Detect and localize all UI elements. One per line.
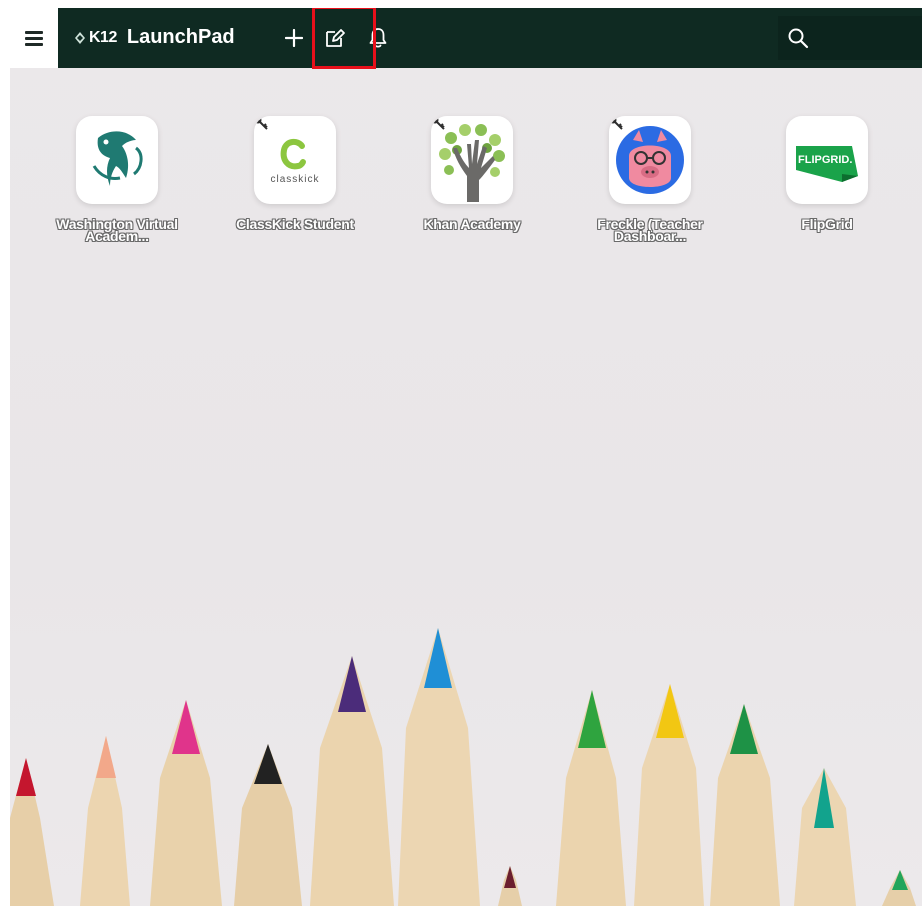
- app-tile[interactable]: FLIPGRID.: [786, 116, 868, 204]
- top-navigation-bar: K12 LaunchPad: [10, 8, 922, 69]
- highlight-box: [312, 8, 376, 69]
- hamburger-menu-icon: [25, 31, 43, 46]
- add-button[interactable]: [279, 23, 309, 53]
- app-label: Washington Virtual Academ...: [42, 217, 192, 243]
- pencil-group: [10, 628, 916, 906]
- app-flipgrid[interactable]: FLIPGRID. FlipGrid: [752, 116, 902, 232]
- app-classkick-student[interactable]: classkick ClassKick Student: [220, 116, 370, 232]
- key-icon: [254, 116, 268, 130]
- plus-icon: [285, 29, 303, 47]
- app-freckle-teacher-dashboard[interactable]: Freckle (Teacher Dashboar...: [575, 116, 725, 243]
- search-icon: [788, 28, 809, 49]
- orca-logo-icon: [92, 131, 143, 186]
- app-label: Khan Academy: [397, 216, 547, 232]
- app-title: LaunchPad: [126, 26, 235, 48]
- menu-button[interactable]: [10, 8, 58, 68]
- colored-pencils-background: [10, 628, 916, 906]
- app-tile[interactable]: classkick: [254, 116, 336, 204]
- key-icon: [431, 116, 445, 130]
- app-tile[interactable]: [609, 116, 691, 204]
- header-bar: K12 LaunchPad: [58, 8, 922, 69]
- search-button[interactable]: [778, 16, 922, 60]
- k12-logo[interactable]: K12 LaunchPad: [74, 26, 235, 49]
- classkick-wordmark: classkick: [270, 174, 319, 185]
- app-label: FlipGrid: [752, 216, 902, 232]
- app-label: ClassKick Student: [220, 216, 370, 232]
- brand-text: K12: [89, 28, 117, 46]
- k12-logo-icon: [75, 31, 85, 44]
- flipgrid-wordmark: FLIPGRID.: [798, 154, 852, 166]
- app-tile[interactable]: [431, 116, 513, 204]
- launchpad-window: K12 LaunchPad Washington Virtual Academ.…: [10, 8, 922, 906]
- key-icon: [609, 116, 623, 130]
- flipgrid-logo-icon: FLIPGRID.: [796, 146, 858, 182]
- app-label-line1: ClassKick Student: [236, 216, 354, 232]
- app-label-line1: FlipGrid: [801, 216, 853, 232]
- app-khan-academy[interactable]: Khan Academy: [397, 116, 547, 232]
- app-label: Freckle (Teacher Dashboar...: [575, 217, 725, 243]
- app-washington-virtual-academy[interactable]: Washington Virtual Academ...: [42, 116, 192, 243]
- app-label-line1: Khan Academy: [423, 216, 521, 232]
- app-tile[interactable]: [76, 116, 158, 204]
